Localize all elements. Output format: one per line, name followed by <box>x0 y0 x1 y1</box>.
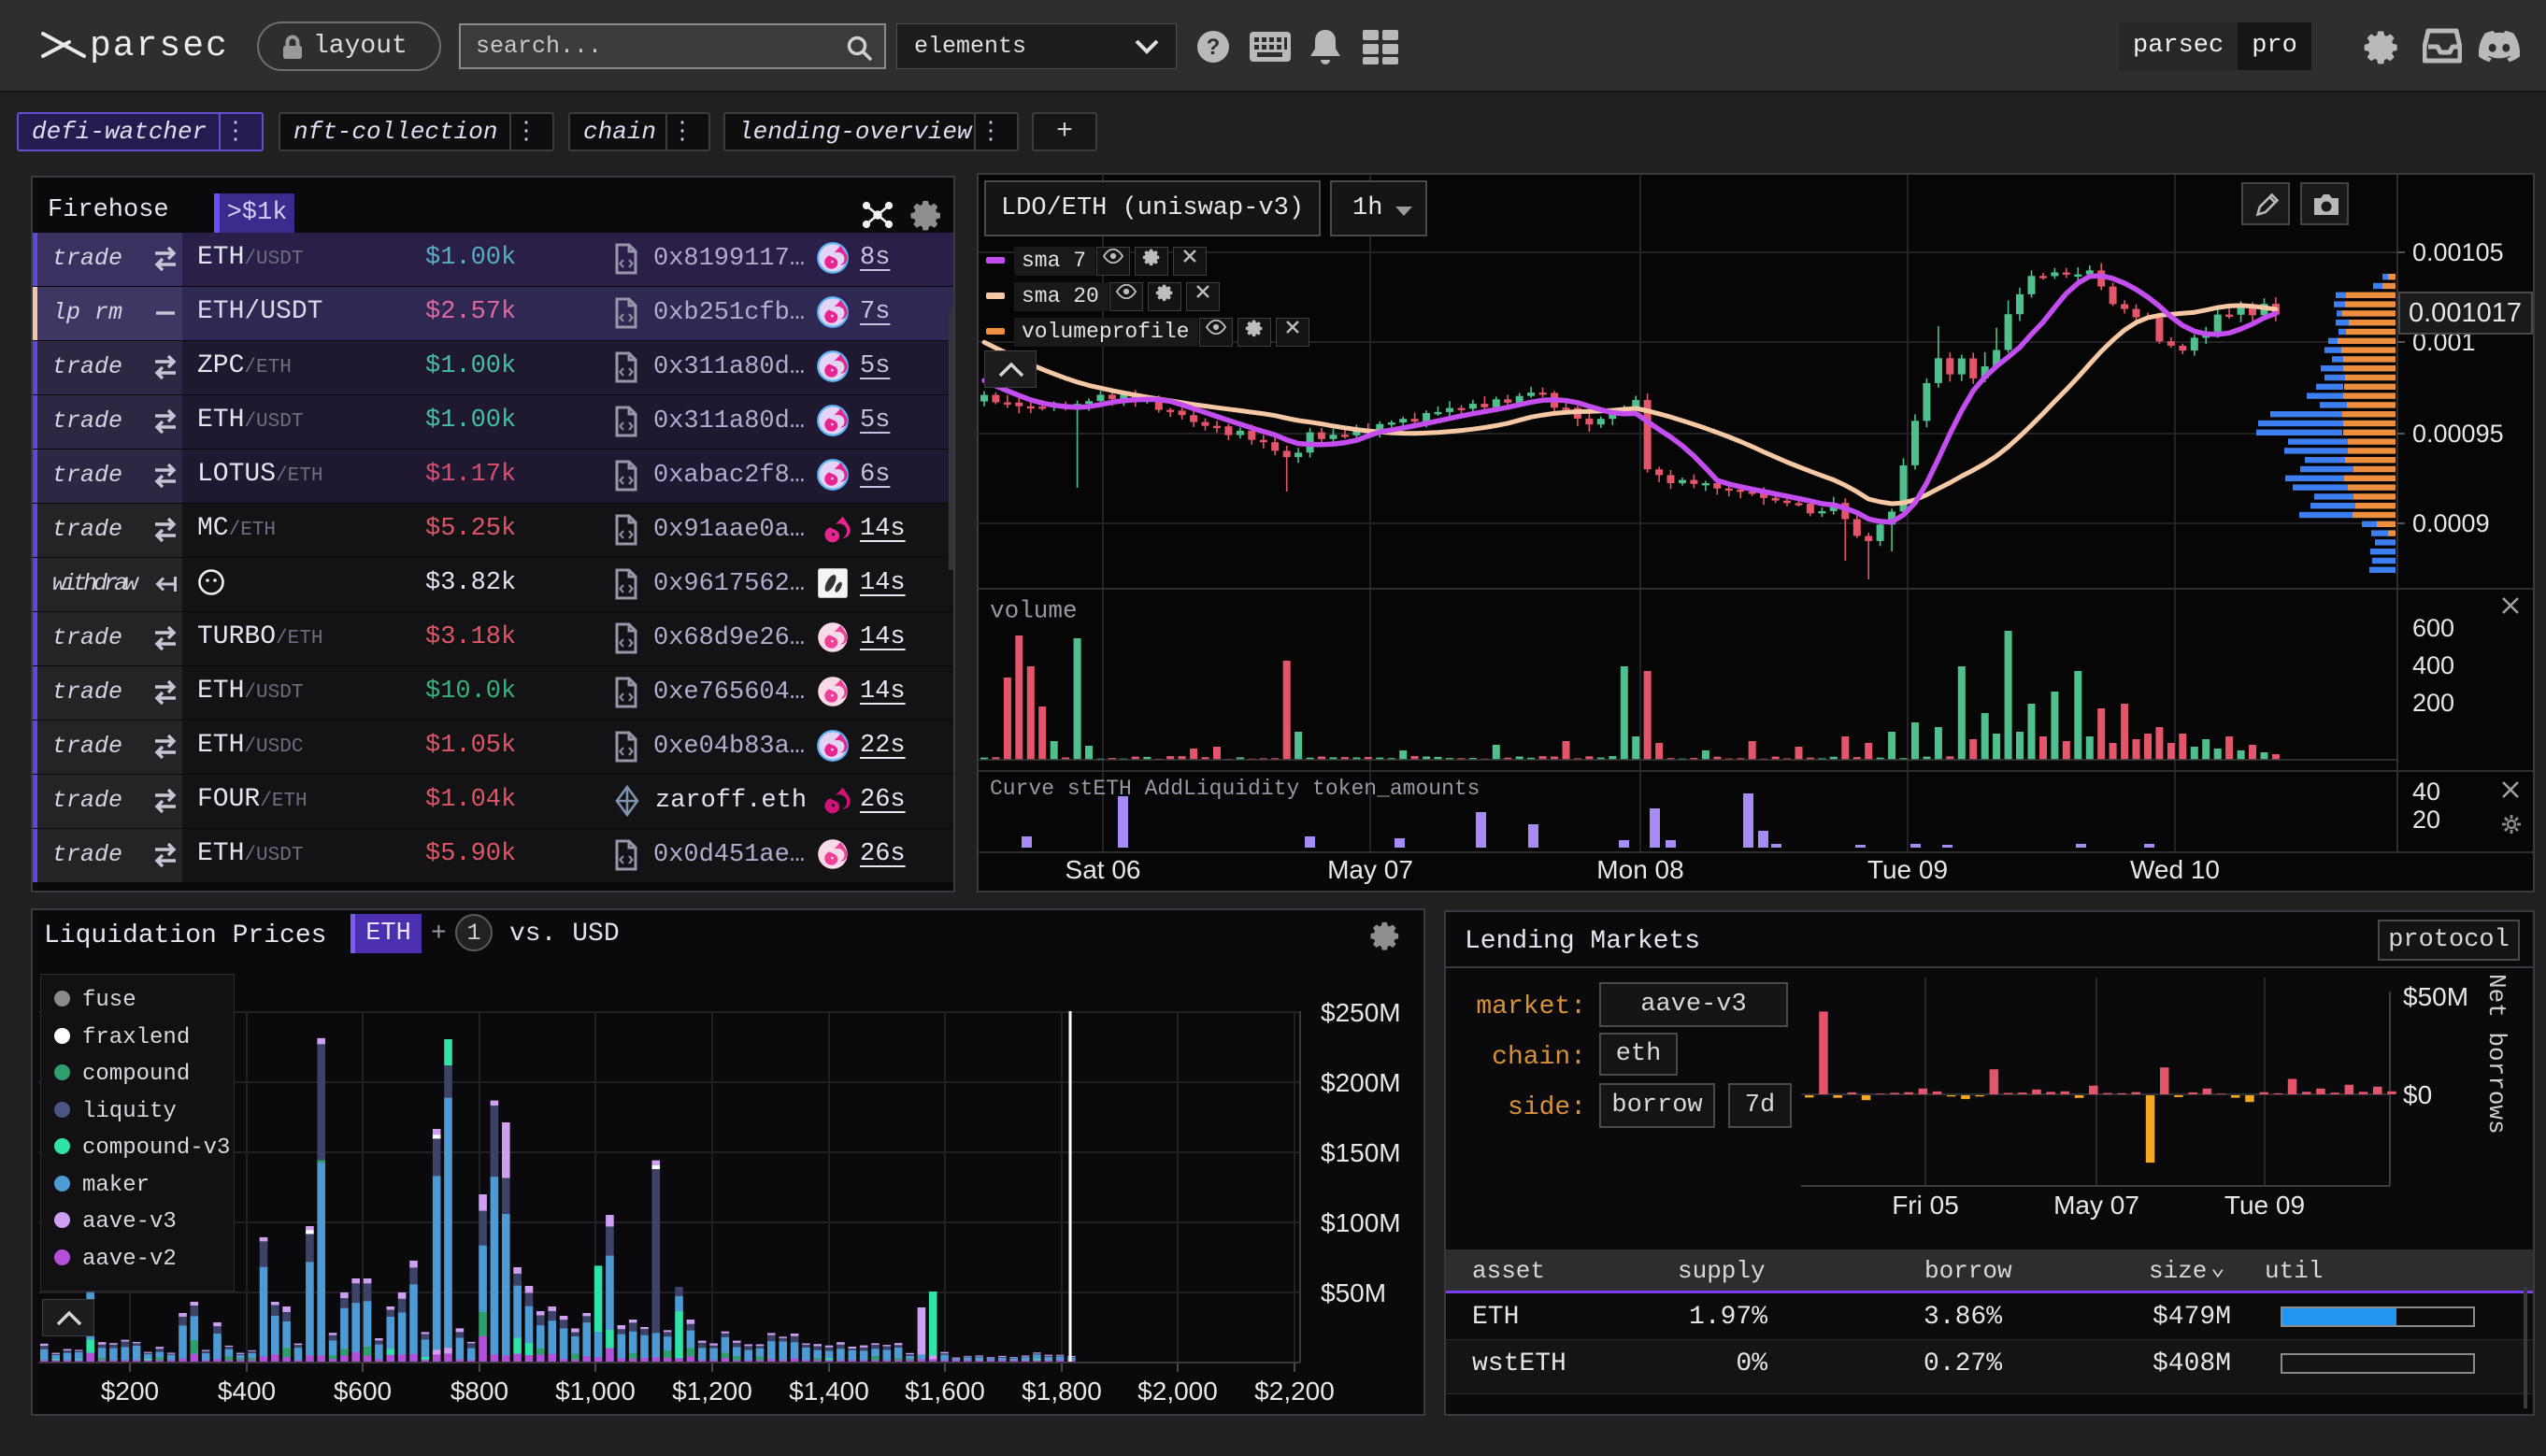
svg-text:May 07: May 07 <box>2053 1191 2139 1220</box>
svg-text:$0: $0 <box>2403 1080 2432 1109</box>
svg-text:$50M: $50M <box>2403 982 2468 1011</box>
svg-text:Tue 09: Tue 09 <box>2224 1191 2305 1220</box>
svg-text:?: ? <box>1207 35 1221 60</box>
svg-text:Fri 05: Fri 05 <box>1892 1191 1959 1220</box>
